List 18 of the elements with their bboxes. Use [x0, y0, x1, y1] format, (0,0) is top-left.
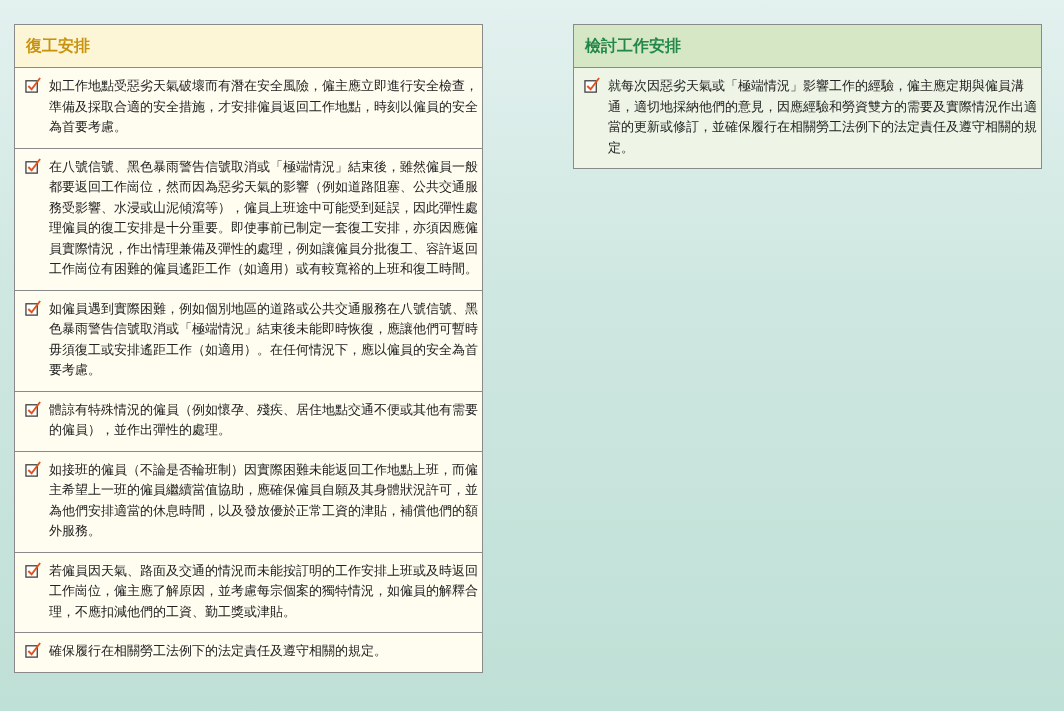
checkbox-tick-icon	[25, 642, 42, 659]
panel-title: 復工安排	[26, 35, 90, 57]
checkbox-tick-icon	[25, 561, 42, 579]
item-text: 如工作地點受惡劣天氣破壞而有潛在安全風險，僱主應立即進行安全檢查，準備及採取合適的安全措施，才安排僱員返回工作地點，時刻以僱員的安全為首要考慮。	[49, 77, 478, 136]
item-text: 如接班的僱員（不論是否輪班制）因實際困難未能返回工作地點上班，而僱主希望上一班的僱員繼續當值協助，應確保僱員自願及其身體狀況許可，並為他們安排適當的休息時間，以及發放優於正常工資的津貼，補償他們的額外服務。	[49, 460, 478, 540]
checkbox-tick-icon	[25, 400, 42, 418]
checkbox-tick-icon	[584, 77, 601, 94]
item-text: 體諒有特殊情況的僱員（例如懷孕、殘疾、居住地點交通不便或其他有需要的僱員），並作出彈性的處理。	[49, 400, 478, 439]
checkbox-tick-icon	[25, 460, 42, 478]
panel-title: 檢討工作安排	[585, 35, 681, 57]
checkbox-tick-icon	[25, 77, 42, 94]
item-text: 如僱員遇到實際困難，例如個別地區的道路或公共交通服務在八號信號、黑色暴雨警告信號取消或「極端情況」結束後未能即時恢復，應讓他們可暫時毋須復工或安排遙距工作（如適用）。在任何情況下，應以僱員的安全為首要考慮。	[49, 299, 478, 379]
item-text: 確保履行在相關勞工法例下的法定責任及遵守相關的規定。	[49, 642, 388, 660]
item-text: 若僱員因天氣、路面及交通的情況而未能按訂明的工作安排上班或及時返回工作崗位，僱主應了解原因，並考慮每宗個案的獨特情況，如僱員的解釋合理，不應扣減他們的工資、勤工獎或津貼。	[49, 561, 478, 621]
checkbox-tick-icon	[25, 157, 42, 175]
item-text: 在八號信號、黑色暴雨警告信號取消或「極端情況」結束後，雖然僱員一般都要返回工作崗位，然而因為惡劣天氣的影響（例如道路阻塞、公共交通服務受影響、水浸或山泥傾瀉等），僱員上班途中可能受到延誤，因此彈性處理僱員的復工安排是十分重要。即使事前已制定一套復工安排，亦須因應僱員實際情況，作出情理兼備及彈性的處理，例如讓僱員分批復工、容許返回工作崗位有困難的僱員遙距工作（如適用）或有較寬裕的上班和復工時間。	[49, 157, 478, 278]
item-text: 就每次因惡劣天氣或「極端情況」影響工作的經驗，僱主應定期與僱員溝通，適切地採納他們的意見，因應經驗和勞資雙方的需要及實際情況作出適當的更新或修訂，並確保履行在相關勞工法例下的法定責任及遵守相關的規定。	[608, 77, 1037, 157]
checkbox-tick-icon	[25, 299, 42, 317]
